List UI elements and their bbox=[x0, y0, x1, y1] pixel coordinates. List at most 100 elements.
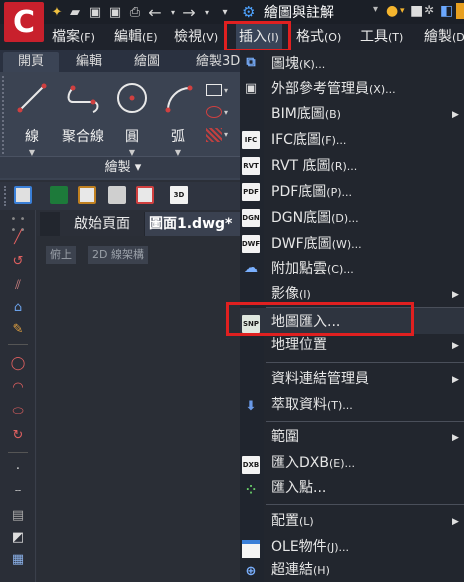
submenu-arrow-icon: ▶ bbox=[452, 341, 459, 351]
redo-dropdown-icon[interactable]: ▾ bbox=[198, 3, 216, 21]
divide-icon[interactable]: ┄ bbox=[8, 486, 28, 502]
menu-edit[interactable]: 編輯(E) bbox=[114, 24, 158, 50]
menu-item-ifc-underlay[interactable]: IFC底圖(F)... bbox=[271, 128, 346, 152]
hatch-dropdown-icon[interactable]: ▾ bbox=[224, 130, 228, 139]
menu-item-pdf-underlay[interactable]: PDF底圖(P)... bbox=[271, 180, 352, 204]
menu-item-dwf-underlay[interactable]: DWF底圖(W)... bbox=[271, 232, 362, 256]
menu-separator bbox=[266, 421, 464, 422]
3d-view-icon[interactable]: 3D bbox=[170, 186, 188, 204]
submenu-arrow-icon: ▶ bbox=[452, 110, 459, 120]
rectangle-icon[interactable] bbox=[206, 84, 222, 96]
edit-doc-icon[interactable] bbox=[14, 186, 32, 204]
gear-icon[interactable]: ⚙ bbox=[242, 3, 255, 21]
toolbar-grip bbox=[4, 186, 10, 206]
drawing-canvas[interactable] bbox=[37, 236, 240, 582]
tab-drawing1[interactable]: 圖面1.dwg* bbox=[145, 212, 241, 236]
draw-panel-title[interactable]: 繪製 ▾ bbox=[0, 156, 246, 178]
new-icon[interactable]: ✦ bbox=[48, 3, 66, 21]
view-top-control[interactable]: 俯上 bbox=[46, 246, 76, 264]
open-icon[interactable]: ▰ bbox=[66, 3, 84, 21]
menu-item-point-cloud[interactable]: 附加點雲(C)... bbox=[271, 257, 354, 281]
submenu-arrow-icon: ▶ bbox=[452, 290, 459, 300]
undo-icon[interactable]: ← bbox=[146, 3, 164, 22]
multiline-draw-icon[interactable]: ⫽ bbox=[8, 278, 28, 294]
visual-style-control[interactable]: 2D 線架構 bbox=[88, 246, 148, 264]
menu-item-block[interactable]: 圖塊(K)... bbox=[271, 52, 325, 76]
print-icon[interactable]: ⎙ bbox=[126, 3, 144, 21]
circle-draw-icon[interactable]: ◯ bbox=[8, 356, 28, 372]
arc-icon bbox=[165, 85, 193, 113]
tab-draw-3d[interactable]: 繪製3D bbox=[196, 52, 240, 72]
ellipse-icon[interactable] bbox=[206, 106, 222, 118]
notification-icon[interactable] bbox=[456, 3, 464, 19]
app-logo[interactable]: C bbox=[4, 2, 44, 42]
line-draw-icon[interactable]: ╱ bbox=[8, 230, 28, 246]
menu-item-geolocation[interactable]: 地理位置 bbox=[271, 333, 327, 357]
menu-item-range[interactable]: 範圍 bbox=[271, 425, 299, 449]
point-icon[interactable]: · bbox=[8, 462, 28, 478]
settings-icon[interactable]: ✲ bbox=[424, 3, 434, 17]
menu-item-import-points[interactable]: 匯入點... bbox=[271, 476, 326, 500]
menu-draw[interactable]: 繪製(D bbox=[424, 24, 464, 50]
rvt-icon: RVT bbox=[242, 157, 260, 175]
menu-tools[interactable]: 工具(T) bbox=[360, 24, 403, 50]
rectangle-dropdown-icon[interactable]: ▾ bbox=[224, 86, 228, 95]
excel-icon[interactable] bbox=[50, 186, 68, 204]
menu-separator bbox=[266, 362, 464, 363]
polyline-tool[interactable]: 聚合線 bbox=[58, 80, 108, 146]
lightbulb-dropdown-icon[interactable]: ▾ bbox=[400, 6, 405, 16]
circle-tool[interactable]: 圓 ▼ bbox=[110, 80, 154, 157]
menu-view[interactable]: 檢視(V) bbox=[174, 24, 218, 50]
submenu-arrow-icon: ▶ bbox=[452, 433, 459, 443]
save-icon[interactable]: ▣ bbox=[86, 3, 104, 21]
tab-start-page[interactable]: 啟始頁面 bbox=[60, 212, 144, 236]
lightbulb-icon[interactable]: ● bbox=[386, 3, 398, 19]
table-icon[interactable]: ▦ bbox=[8, 552, 28, 568]
ellipse-arc-icon[interactable]: ↻ bbox=[8, 428, 28, 444]
menu-item-data-link-manager[interactable]: 資料連結管理員 bbox=[271, 367, 369, 391]
notes-icon[interactable] bbox=[78, 186, 96, 204]
menu-item-bim-underlay[interactable]: BIM底圖(B) bbox=[271, 102, 341, 126]
tab-home[interactable]: 開頁 bbox=[3, 52, 59, 72]
circle-tool-label: 圓 bbox=[125, 129, 139, 145]
dxb-icon: DXB bbox=[242, 456, 260, 474]
arc-tool[interactable]: 弧 ▼ bbox=[156, 80, 200, 157]
calculator-icon[interactable] bbox=[108, 186, 126, 204]
line-icon bbox=[17, 83, 47, 113]
menu-item-hyperlink[interactable]: 超連結(H) bbox=[271, 558, 330, 582]
line-tool[interactable]: 線 ▼ bbox=[10, 80, 54, 157]
hatch-icon[interactable] bbox=[206, 128, 222, 142]
tab-edit[interactable]: 編輯 bbox=[76, 52, 102, 72]
menu-item-import-dxb[interactable]: 匯入DXB(E)... bbox=[271, 451, 355, 475]
polyline-draw-icon[interactable]: ↺ bbox=[8, 254, 28, 270]
info-icon[interactable]: ◧ bbox=[440, 3, 453, 19]
menu-item-rvt-underlay[interactable]: RVT 底圖(R)... bbox=[271, 154, 357, 178]
menu-item-ole-object[interactable]: OLE物件(J)... bbox=[271, 535, 349, 559]
workspace-name[interactable]: 繪圖與註解 bbox=[264, 2, 334, 22]
menu-item-layout[interactable]: 配置(L) bbox=[271, 509, 314, 533]
menu-file[interactable]: 檔案(F) bbox=[52, 24, 95, 50]
dgn-icon: DGN bbox=[242, 209, 260, 227]
lock-icon[interactable]: ■ bbox=[410, 3, 423, 19]
workspace-dropdown-icon[interactable]: ▾ bbox=[373, 4, 378, 15]
arc-draw-icon[interactable]: ◠ bbox=[8, 380, 28, 396]
save-as-icon[interactable]: ▣ bbox=[106, 3, 124, 21]
redo-icon[interactable]: → bbox=[180, 3, 198, 22]
ifc-icon: IFC bbox=[242, 131, 260, 149]
tab-draw[interactable]: 繪圖 bbox=[134, 52, 160, 72]
menu-format[interactable]: 格式(O) bbox=[296, 24, 341, 50]
dwf-icon: DWF bbox=[242, 235, 260, 253]
quick-access-menu-icon[interactable]: ▾ bbox=[216, 3, 234, 21]
ellipse-draw-icon[interactable]: ⬭ bbox=[8, 404, 28, 420]
menu-item-xref-manager[interactable]: 外部參考管理員(X)... bbox=[271, 77, 396, 101]
ellipse-dropdown-icon[interactable]: ▾ bbox=[224, 108, 228, 117]
pencil-icon[interactable]: ✎ bbox=[8, 322, 28, 338]
insert-doc-icon[interactable] bbox=[136, 186, 154, 204]
circle-icon bbox=[117, 83, 147, 113]
menu-item-dgn-underlay[interactable]: DGN底圖(D)... bbox=[271, 206, 359, 230]
import-points-icon: ⁘ bbox=[245, 483, 257, 497]
polygon-draw-icon[interactable]: ⌂ bbox=[8, 300, 28, 316]
menu-item-extract-data[interactable]: 萃取資料(T)... bbox=[271, 393, 353, 417]
hatch-draw-icon[interactable]: ▤ bbox=[8, 508, 28, 524]
region-icon[interactable]: ◩ bbox=[8, 530, 28, 546]
